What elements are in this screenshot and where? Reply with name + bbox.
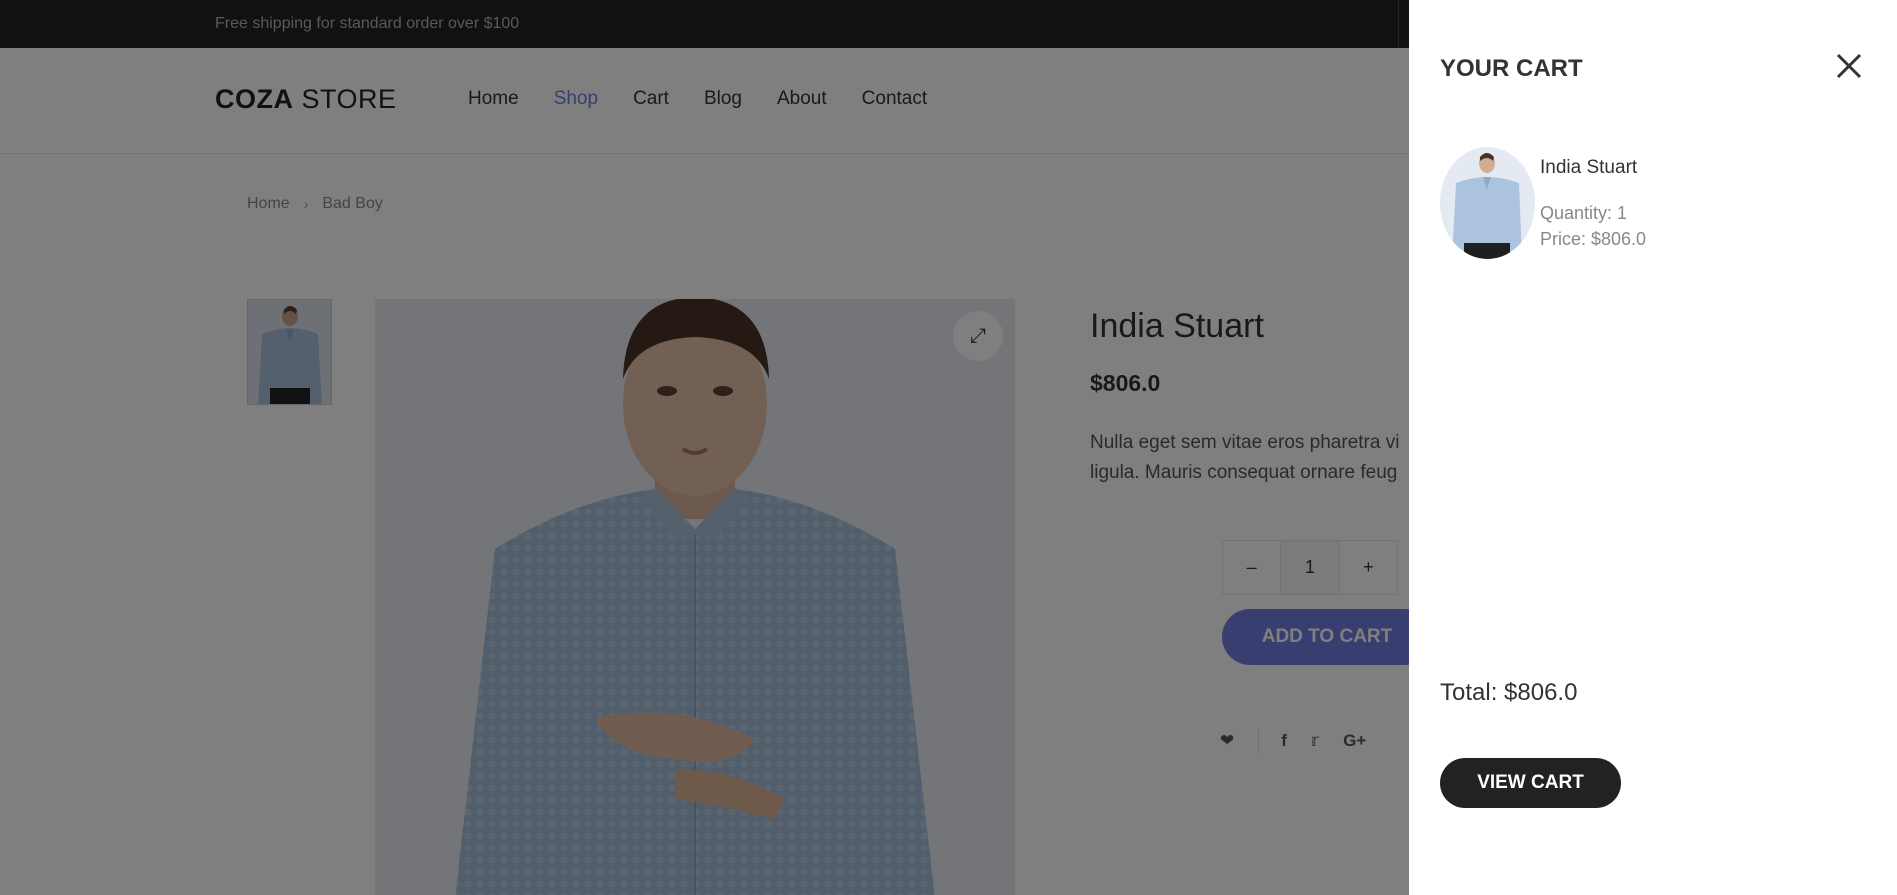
- cart-item-price: Price: $806.0: [1540, 229, 1647, 249]
- view-cart-button[interactable]: VIEW CART: [1440, 758, 1621, 808]
- page-overlay[interactable]: [0, 0, 1410, 895]
- cart-title: YOUR CART: [1440, 55, 1583, 82]
- close-icon[interactable]: [1829, 46, 1869, 86]
- cart-total: Total: $806.0: [1440, 679, 1578, 706]
- cart-item-name[interactable]: India Stuart: [1540, 157, 1637, 179]
- cart-item-image[interactable]: [1440, 147, 1535, 259]
- cart-item-shirt-figure: [1440, 147, 1535, 259]
- cart-panel: YOUR CART India Stuart Quantity: 1 Price…: [1409, 0, 1897, 895]
- cart-item-quantity: Quantity: 1: [1540, 203, 1628, 223]
